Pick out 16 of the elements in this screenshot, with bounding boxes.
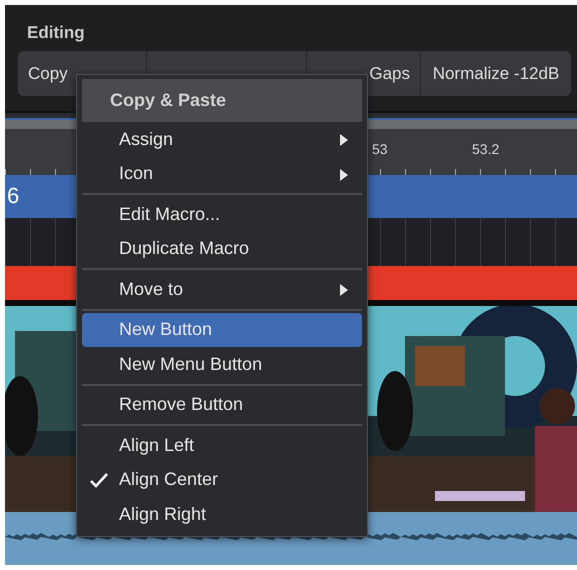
menu-item[interactable]: Assign: [82, 122, 362, 156]
menu-item[interactable]: New Menu Button: [82, 347, 362, 382]
menu-item[interactable]: Align Right: [82, 497, 362, 532]
menu-item[interactable]: Move to: [82, 272, 362, 306]
menu-item[interactable]: Icon: [82, 156, 362, 191]
clip-label: 6: [7, 183, 20, 208]
macro-button[interactable]: Normalize -12dB: [421, 51, 571, 96]
menu-item[interactable]: Duplicate Macro: [82, 232, 362, 266]
ruler-label: 53: [372, 141, 388, 157]
menu-title: Copy & Paste: [82, 79, 362, 122]
menu-item[interactable]: Edit Macro...: [82, 197, 362, 232]
menu-item[interactable]: New Button: [82, 312, 362, 347]
menu-item[interactable]: Remove Button: [82, 388, 362, 422]
ruler-label: 53.2: [472, 141, 500, 157]
panel-title: Editing: [27, 23, 85, 43]
menu-item[interactable]: Align Left: [82, 428, 362, 462]
